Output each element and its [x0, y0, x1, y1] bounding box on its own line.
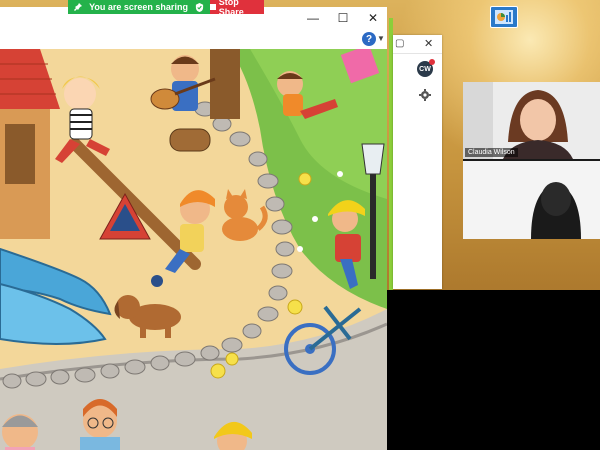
- shield-icon: [195, 2, 204, 12]
- meeting-controls-window: ▢ ✕ CW: [393, 35, 442, 289]
- divider: [393, 53, 442, 54]
- restore-icon[interactable]: ▢: [395, 38, 404, 49]
- empty-video-area: [387, 290, 600, 450]
- pin-icon[interactable]: [74, 3, 82, 11]
- screen-sharing-text: You are screen sharing: [89, 2, 188, 12]
- close-icon: ✕: [367, 11, 379, 25]
- chart-app-icon: [495, 10, 513, 24]
- help-icon: ?: [365, 33, 373, 45]
- screen-sharing-bar: You are screen sharing Stop Share: [68, 0, 264, 17]
- maximize-icon: ☐: [337, 11, 349, 25]
- stop-icon: [210, 4, 216, 10]
- participant-video-tile[interactable]: Claudia Wilson: [463, 82, 600, 159]
- desktop-app-icon[interactable]: [490, 6, 518, 28]
- stop-share-label: Stop Share: [218, 0, 244, 17]
- chevron-down-icon[interactable]: ▼: [377, 34, 385, 43]
- notification-badge: [429, 59, 435, 65]
- playground-illustration: [0, 49, 387, 450]
- participant-video: [463, 161, 600, 239]
- minimize-icon: —: [307, 11, 319, 25]
- maximize-button[interactable]: ☐: [334, 10, 352, 26]
- stop-share-button[interactable]: Stop Share: [210, 0, 264, 17]
- participant-video-tile[interactable]: [463, 161, 600, 239]
- participant-video-panel: Claudia Wilson: [463, 82, 600, 239]
- minimize-button[interactable]: —: [304, 10, 322, 26]
- avatar-initials: CW: [419, 65, 431, 73]
- window-toolbar: ? ▼: [0, 29, 387, 49]
- gear-icon[interactable]: [419, 89, 431, 101]
- shared-image-window: — ☐ ✕ ? ▼: [0, 7, 387, 450]
- close-button[interactable]: ✕: [364, 10, 382, 26]
- screen-sharing-status: You are screen sharing: [68, 0, 210, 14]
- close-icon[interactable]: ✕: [424, 37, 433, 50]
- help-button[interactable]: ?: [362, 32, 376, 46]
- participant-name-label: Claudia Wilson: [465, 148, 518, 157]
